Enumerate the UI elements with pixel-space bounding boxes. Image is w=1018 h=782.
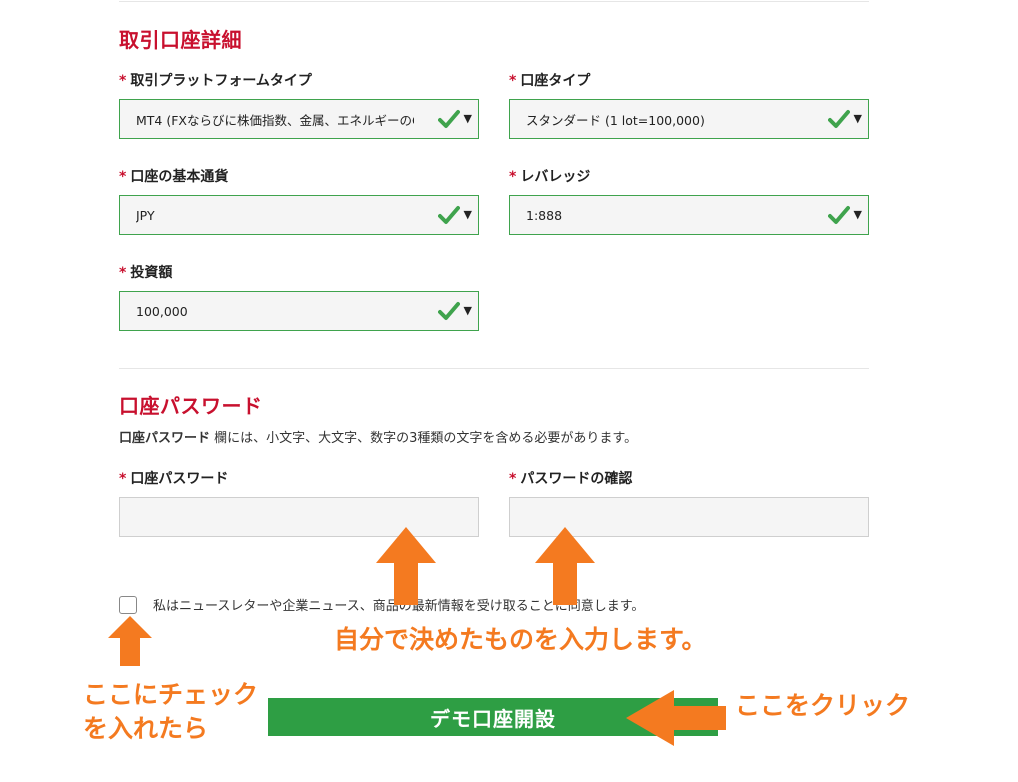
password-confirm-label: * パスワードの確認	[509, 471, 633, 487]
section-divider	[119, 368, 869, 369]
caret-down-icon: ▼	[463, 208, 472, 221]
password-label: * 口座パスワード	[119, 471, 229, 487]
account-type-value: スタンダード (1 lot=100,000)	[526, 112, 705, 128]
up-arrow-icon	[535, 527, 595, 605]
base-currency-select[interactable]: JPY ▼	[119, 195, 479, 235]
left-arrow-icon	[626, 690, 726, 746]
password-note-bold: 口座パスワード	[119, 431, 211, 446]
input-hint-annotation: 自分で決めたものを入力します。	[334, 625, 707, 654]
check-hint-annotation: ここにチェック を入れたら	[83, 680, 259, 743]
required-mark: *	[509, 73, 517, 89]
checkmark-icon	[438, 110, 460, 128]
checkmark-icon	[828, 206, 850, 224]
account-type-select[interactable]: スタンダード (1 lot=100,000) ▼	[509, 99, 869, 139]
base-currency-value: JPY	[136, 207, 155, 223]
required-mark: *	[509, 169, 517, 185]
checkmark-icon	[828, 110, 850, 128]
platform-select[interactable]: MT4 (FXならびに株価指数、金属、エネルギーのCFD ▼	[119, 99, 479, 139]
caret-down-icon: ▼	[463, 112, 472, 125]
password-section-title: 口座パスワード	[119, 394, 263, 418]
platform-label: * 取引プラットフォームタイプ	[119, 73, 312, 89]
newsletter-consent-checkbox[interactable]	[119, 596, 137, 614]
leverage-label: * レバレッジ	[509, 169, 591, 185]
click-hint-annotation: ここをクリック	[735, 691, 911, 720]
investment-value: 100,000	[136, 303, 188, 319]
investment-select[interactable]: 100,000 ▼	[119, 291, 479, 331]
investment-label: * 投資額	[119, 265, 173, 281]
checkmark-icon	[438, 206, 460, 224]
required-mark: *	[119, 73, 127, 89]
required-mark: *	[119, 471, 127, 487]
password-requirement-note: 口座パスワード 欄には、小文字、大文字、数字の3種類の文字を含める必要があります…	[119, 427, 637, 446]
platform-value: MT4 (FXならびに株価指数、金属、エネルギーのCFD	[136, 112, 414, 128]
password-note-text: 欄には、小文字、大文字、数字の3種類の文字を含める必要があります。	[210, 431, 638, 446]
required-mark: *	[119, 265, 127, 281]
required-mark: *	[509, 471, 517, 487]
required-mark: *	[119, 169, 127, 185]
account-details-title: 取引口座詳細	[119, 28, 242, 52]
up-arrow-icon	[108, 616, 152, 666]
up-arrow-icon	[376, 527, 436, 605]
leverage-select[interactable]: 1:888 ▼	[509, 195, 869, 235]
caret-down-icon: ▼	[853, 112, 862, 125]
caret-down-icon: ▼	[463, 304, 472, 317]
caret-down-icon: ▼	[853, 208, 862, 221]
leverage-value: 1:888	[526, 207, 563, 223]
base-currency-label: * 口座の基本通貨	[119, 169, 229, 185]
top-divider	[119, 1, 869, 2]
account-type-label: * 口座タイプ	[509, 73, 591, 89]
checkmark-icon	[438, 302, 460, 320]
